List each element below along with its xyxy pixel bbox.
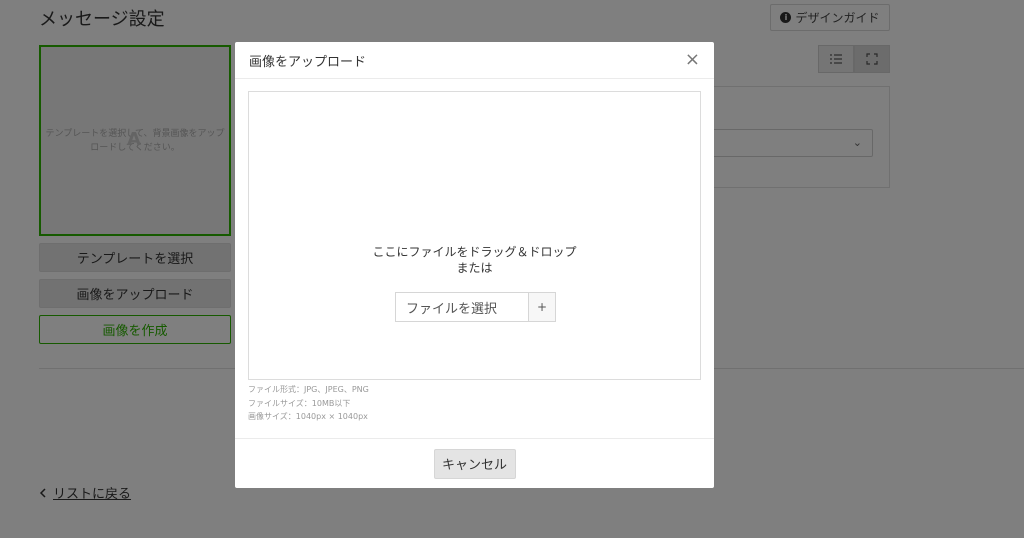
modal-title: 画像をアップロード — [249, 54, 367, 70]
add-file-button[interactable]: + — [528, 292, 556, 322]
upload-image-modal: 画像をアップロード × ここにファイルをドラッグ＆ドロップ または ファイルを選… — [235, 42, 714, 488]
file-select-control: ファイルを選択 + — [395, 292, 556, 322]
file-size-note: ファイルサイズ：10MB以下 — [248, 398, 351, 408]
close-icon[interactable]: × — [685, 51, 700, 69]
dropzone-text: ここにファイルをドラッグ＆ドロップ または — [249, 244, 700, 276]
cancel-button[interactable]: キャンセル — [433, 448, 516, 479]
file-format-note: ファイル形式：JPG、JPEG、PNG — [248, 385, 369, 394]
modal-header: 画像をアップロード × — [235, 42, 714, 79]
image-size-note: 画像サイズ：1040px × 1040px — [248, 412, 368, 421]
or-text: または — [456, 261, 493, 275]
file-requirements: ファイル形式：JPG、JPEG、PNG ファイルサイズ：10MB以下 画像サイズ… — [248, 383, 369, 424]
file-dropzone[interactable]: ここにファイルをドラッグ＆ドロップ または ファイルを選択 + — [248, 91, 701, 380]
modal-footer: キャンセル — [235, 438, 714, 488]
file-select-button[interactable]: ファイルを選択 — [395, 292, 528, 322]
drop-instruction: ここにファイルをドラッグ＆ドロップ — [372, 245, 577, 259]
